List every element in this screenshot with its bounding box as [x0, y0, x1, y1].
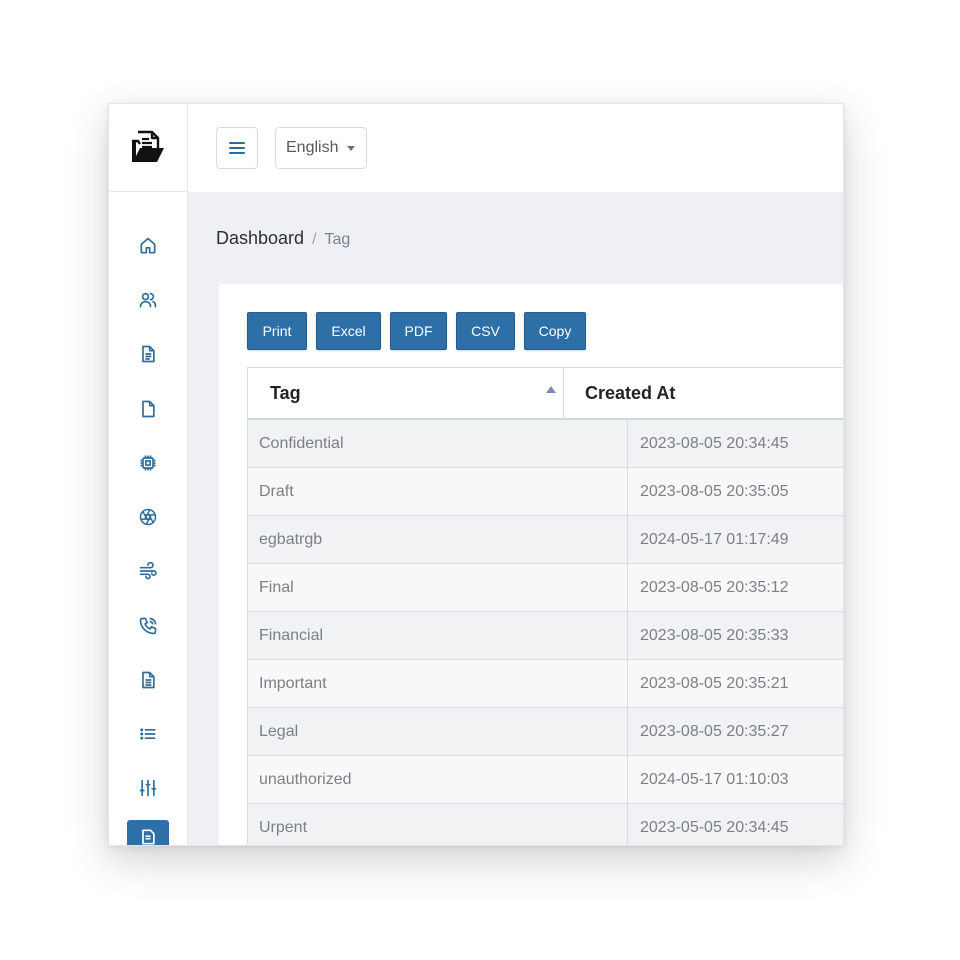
cell-tag: Important [248, 660, 628, 707]
table-row[interactable]: Important 2023-08-05 20:35:21 [248, 660, 843, 708]
cpu-chip-icon [140, 455, 156, 471]
sliders-icon [139, 779, 157, 797]
sidebar-item-files[interactable] [127, 394, 169, 424]
table-row[interactable]: Urpent 2023-05-05 20:34:45 [248, 804, 843, 845]
table-body: Confidential 2023-08-05 20:34:45 Draft 2023… [248, 420, 843, 845]
cell-created-at: 2023-08-05 20:34:45 [640, 434, 789, 452]
table-row[interactable]: Confidential 2023-08-05 20:34:45 [248, 420, 843, 468]
table-row[interactable]: Final 2023-08-05 20:35:12 [248, 564, 843, 612]
table-row[interactable]: Legal 2023-08-05 20:35:27 [248, 708, 843, 756]
sidebar-item-users[interactable] [127, 285, 169, 315]
export-buttons: Print Excel PDF CSV Copy [247, 312, 586, 350]
table-row[interactable]: Draft 2023-08-05 20:35:05 [248, 468, 843, 516]
cell-created-at: 2023-08-05 20:35:12 [640, 578, 789, 596]
sidebar-item-cpu[interactable] [127, 448, 169, 478]
app-window: English Dashboard / Tag Print Excel PDF … [108, 103, 844, 846]
phone-icon [139, 617, 157, 635]
column-header-created-at[interactable]: Created At [564, 368, 843, 418]
document-list-icon [142, 671, 155, 689]
users-icon [139, 292, 157, 308]
table-row[interactable]: egbatrgb 2024-05-17 01:17:49 [248, 516, 843, 564]
cell-tag: Legal [248, 708, 628, 755]
cell-created-at: 2023-05-05 20:34:45 [640, 818, 789, 836]
aperture-icon [139, 508, 157, 526]
column-header-tag-label: Tag [270, 382, 301, 403]
cell-tag: unauthorized [248, 756, 628, 803]
breadcrumb: Dashboard / Tag [216, 228, 350, 249]
cell-created-at: 2023-08-05 20:35:33 [640, 626, 789, 644]
breadcrumb-dashboard[interactable]: Dashboard [216, 228, 304, 249]
cell-tag: Draft [248, 468, 628, 515]
sidebar-item-documents[interactable] [127, 339, 169, 369]
sidebar [109, 104, 188, 845]
cell-created-at: 2023-08-05 20:35:27 [640, 722, 789, 740]
table-row[interactable]: unauthorized 2024-05-17 01:10:03 [248, 756, 843, 804]
table-row[interactable]: Financial 2023-08-05 20:35:33 [248, 612, 843, 660]
language-select[interactable]: English [275, 127, 367, 169]
csv-button[interactable]: CSV [456, 312, 515, 350]
logo[interactable] [109, 104, 187, 192]
cell-created-at: 2023-08-05 20:35:05 [640, 482, 789, 500]
sidebar-item-wind[interactable] [127, 556, 169, 586]
sort-ascending-icon [546, 386, 556, 393]
sidebar-item-list[interactable] [127, 719, 169, 749]
caret-down-icon [347, 146, 355, 151]
sidebar-item-phone[interactable] [127, 611, 169, 641]
sidebar-item-settings[interactable] [127, 773, 169, 803]
breadcrumb-separator: / [312, 231, 317, 248]
language-select-value: English [286, 139, 339, 156]
folder-document-logo-icon [132, 130, 164, 162]
copy-button[interactable]: Copy [524, 312, 586, 350]
column-header-tag[interactable]: Tag [248, 368, 564, 418]
home-icon [140, 237, 156, 254]
sidebar-item-tag[interactable] [127, 820, 169, 845]
cell-tag: Urpent [248, 804, 628, 845]
excel-button[interactable]: Excel [316, 312, 381, 350]
file-icon [142, 400, 155, 418]
hamburger-icon [229, 142, 245, 154]
sidebar-item-aperture[interactable] [127, 502, 169, 532]
sidebar-item-reports[interactable] [127, 665, 169, 695]
print-button[interactable]: Print [247, 312, 307, 350]
list-icon [140, 728, 156, 740]
cell-tag: egbatrgb [248, 516, 628, 563]
tag-table-card: Print Excel PDF CSV Copy Tag Created At … [219, 284, 843, 845]
breadcrumb-bar: Dashboard / Tag [188, 192, 843, 284]
table-header: Tag Created At [248, 368, 843, 420]
cell-created-at: 2024-05-17 01:10:03 [640, 770, 789, 788]
top-bar: English [188, 104, 843, 192]
menu-toggle-button[interactable] [216, 127, 258, 169]
tag-page-icon [142, 829, 155, 845]
cell-created-at: 2023-08-05 20:35:21 [640, 674, 789, 692]
sidebar-item-home[interactable] [127, 231, 169, 261]
breadcrumb-current: Tag [324, 231, 351, 248]
tag-table: Tag Created At Confidential 2023-08-05 20… [247, 367, 843, 845]
cell-tag: Confidential [248, 420, 628, 467]
cell-tag: Financial [248, 612, 628, 659]
pdf-button[interactable]: PDF [390, 312, 447, 350]
wind-icon [139, 561, 157, 580]
cell-created-at: 2024-05-17 01:17:49 [640, 530, 789, 548]
column-header-created-at-label: Created At [585, 382, 676, 403]
document-text-icon [142, 345, 155, 363]
cell-tag: Final [248, 564, 628, 611]
